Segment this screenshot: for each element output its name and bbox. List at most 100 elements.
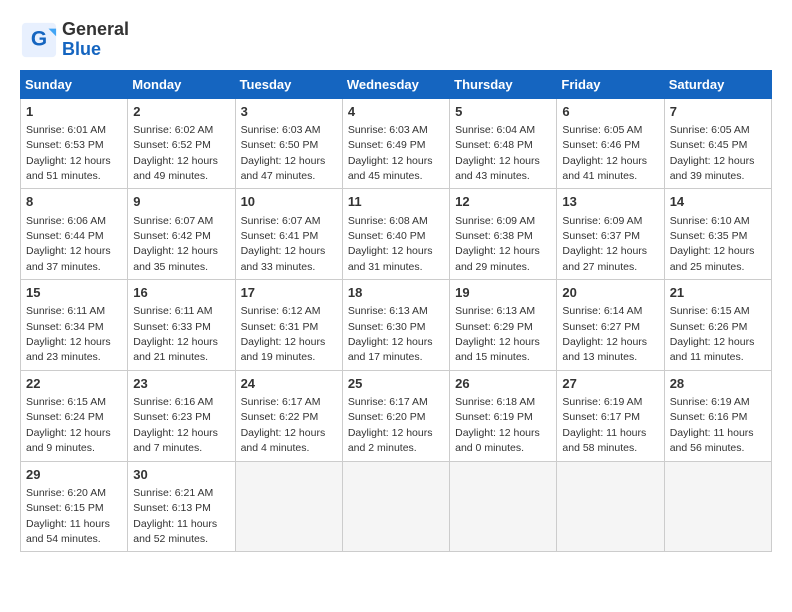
- calendar-day-cell: 7 Sunrise: 6:05 AMSunset: 6:45 PMDayligh…: [664, 98, 771, 189]
- day-info: Sunrise: 6:01 AMSunset: 6:53 PMDaylight:…: [26, 124, 111, 182]
- calendar-day-cell: 19 Sunrise: 6:13 AMSunset: 6:29 PMDaylig…: [450, 280, 557, 371]
- calendar-day-cell: 5 Sunrise: 6:04 AMSunset: 6:48 PMDayligh…: [450, 98, 557, 189]
- calendar-header-row: SundayMondayTuesdayWednesdayThursdayFrid…: [21, 70, 772, 98]
- calendar-day-cell: 11 Sunrise: 6:08 AMSunset: 6:40 PMDaylig…: [342, 189, 449, 280]
- day-info: Sunrise: 6:06 AMSunset: 6:44 PMDaylight:…: [26, 215, 111, 273]
- calendar-day-cell: 10 Sunrise: 6:07 AMSunset: 6:41 PMDaylig…: [235, 189, 342, 280]
- day-number: 5: [455, 103, 551, 121]
- day-info: Sunrise: 6:09 AMSunset: 6:38 PMDaylight:…: [455, 215, 540, 273]
- day-number: 23: [133, 375, 229, 393]
- day-info: Sunrise: 6:03 AMSunset: 6:50 PMDaylight:…: [241, 124, 326, 182]
- weekday-header-monday: Monday: [128, 70, 235, 98]
- logo-blue-text: Blue: [62, 39, 101, 59]
- day-number: 16: [133, 284, 229, 302]
- calendar-week-row: 15 Sunrise: 6:11 AMSunset: 6:34 PMDaylig…: [21, 280, 772, 371]
- calendar-day-cell: 15 Sunrise: 6:11 AMSunset: 6:34 PMDaylig…: [21, 280, 128, 371]
- day-info: Sunrise: 6:16 AMSunset: 6:23 PMDaylight:…: [133, 396, 218, 454]
- day-info: Sunrise: 6:12 AMSunset: 6:31 PMDaylight:…: [241, 305, 326, 363]
- calendar-day-cell: [450, 461, 557, 552]
- day-info: Sunrise: 6:19 AMSunset: 6:17 PMDaylight:…: [562, 396, 646, 454]
- calendar-day-cell: 26 Sunrise: 6:18 AMSunset: 6:19 PMDaylig…: [450, 370, 557, 461]
- day-number: 14: [670, 193, 766, 211]
- calendar-day-cell: 20 Sunrise: 6:14 AMSunset: 6:27 PMDaylig…: [557, 280, 664, 371]
- weekday-header-thursday: Thursday: [450, 70, 557, 98]
- weekday-header-saturday: Saturday: [664, 70, 771, 98]
- day-info: Sunrise: 6:19 AMSunset: 6:16 PMDaylight:…: [670, 396, 754, 454]
- calendar-day-cell: [557, 461, 664, 552]
- calendar-day-cell: 21 Sunrise: 6:15 AMSunset: 6:26 PMDaylig…: [664, 280, 771, 371]
- day-number: 22: [26, 375, 122, 393]
- day-number: 26: [455, 375, 551, 393]
- calendar-day-cell: 28 Sunrise: 6:19 AMSunset: 6:16 PMDaylig…: [664, 370, 771, 461]
- calendar-day-cell: 27 Sunrise: 6:19 AMSunset: 6:17 PMDaylig…: [557, 370, 664, 461]
- logo-icon: G: [20, 21, 58, 59]
- logo: G General Blue: [20, 20, 129, 60]
- weekday-header-friday: Friday: [557, 70, 664, 98]
- day-info: Sunrise: 6:18 AMSunset: 6:19 PMDaylight:…: [455, 396, 540, 454]
- day-number: 29: [26, 466, 122, 484]
- calendar-day-cell: 3 Sunrise: 6:03 AMSunset: 6:50 PMDayligh…: [235, 98, 342, 189]
- day-info: Sunrise: 6:04 AMSunset: 6:48 PMDaylight:…: [455, 124, 540, 182]
- day-number: 10: [241, 193, 337, 211]
- calendar-table: SundayMondayTuesdayWednesdayThursdayFrid…: [20, 70, 772, 553]
- calendar-week-row: 1 Sunrise: 6:01 AMSunset: 6:53 PMDayligh…: [21, 98, 772, 189]
- day-info: Sunrise: 6:20 AMSunset: 6:15 PMDaylight:…: [26, 487, 110, 545]
- day-number: 19: [455, 284, 551, 302]
- day-info: Sunrise: 6:11 AMSunset: 6:33 PMDaylight:…: [133, 305, 218, 363]
- calendar-day-cell: 9 Sunrise: 6:07 AMSunset: 6:42 PMDayligh…: [128, 189, 235, 280]
- day-number: 21: [670, 284, 766, 302]
- calendar-day-cell: 18 Sunrise: 6:13 AMSunset: 6:30 PMDaylig…: [342, 280, 449, 371]
- day-number: 25: [348, 375, 444, 393]
- day-number: 2: [133, 103, 229, 121]
- calendar-day-cell: [235, 461, 342, 552]
- weekday-header-tuesday: Tuesday: [235, 70, 342, 98]
- day-number: 1: [26, 103, 122, 121]
- day-info: Sunrise: 6:21 AMSunset: 6:13 PMDaylight:…: [133, 487, 217, 545]
- calendar-day-cell: 16 Sunrise: 6:11 AMSunset: 6:33 PMDaylig…: [128, 280, 235, 371]
- day-number: 8: [26, 193, 122, 211]
- calendar-day-cell: 12 Sunrise: 6:09 AMSunset: 6:38 PMDaylig…: [450, 189, 557, 280]
- svg-text:G: G: [31, 27, 47, 50]
- day-info: Sunrise: 6:13 AMSunset: 6:30 PMDaylight:…: [348, 305, 433, 363]
- day-number: 3: [241, 103, 337, 121]
- day-number: 9: [133, 193, 229, 211]
- day-number: 27: [562, 375, 658, 393]
- day-number: 28: [670, 375, 766, 393]
- day-number: 20: [562, 284, 658, 302]
- day-info: Sunrise: 6:07 AMSunset: 6:41 PMDaylight:…: [241, 215, 326, 273]
- day-info: Sunrise: 6:05 AMSunset: 6:45 PMDaylight:…: [670, 124, 755, 182]
- day-number: 17: [241, 284, 337, 302]
- day-number: 13: [562, 193, 658, 211]
- day-number: 4: [348, 103, 444, 121]
- day-info: Sunrise: 6:13 AMSunset: 6:29 PMDaylight:…: [455, 305, 540, 363]
- day-info: Sunrise: 6:11 AMSunset: 6:34 PMDaylight:…: [26, 305, 111, 363]
- day-number: 12: [455, 193, 551, 211]
- calendar-day-cell: [664, 461, 771, 552]
- calendar-day-cell: 22 Sunrise: 6:15 AMSunset: 6:24 PMDaylig…: [21, 370, 128, 461]
- day-info: Sunrise: 6:07 AMSunset: 6:42 PMDaylight:…: [133, 215, 218, 273]
- day-number: 15: [26, 284, 122, 302]
- logo-general-text: General: [62, 19, 129, 39]
- day-number: 11: [348, 193, 444, 211]
- day-info: Sunrise: 6:15 AMSunset: 6:26 PMDaylight:…: [670, 305, 755, 363]
- day-number: 6: [562, 103, 658, 121]
- page-header: G General Blue: [20, 20, 772, 60]
- calendar-day-cell: 29 Sunrise: 6:20 AMSunset: 6:15 PMDaylig…: [21, 461, 128, 552]
- calendar-day-cell: 23 Sunrise: 6:16 AMSunset: 6:23 PMDaylig…: [128, 370, 235, 461]
- calendar-day-cell: 30 Sunrise: 6:21 AMSunset: 6:13 PMDaylig…: [128, 461, 235, 552]
- calendar-day-cell: 4 Sunrise: 6:03 AMSunset: 6:49 PMDayligh…: [342, 98, 449, 189]
- day-info: Sunrise: 6:09 AMSunset: 6:37 PMDaylight:…: [562, 215, 647, 273]
- day-info: Sunrise: 6:15 AMSunset: 6:24 PMDaylight:…: [26, 396, 111, 454]
- day-number: 18: [348, 284, 444, 302]
- day-info: Sunrise: 6:05 AMSunset: 6:46 PMDaylight:…: [562, 124, 647, 182]
- day-number: 24: [241, 375, 337, 393]
- calendar-day-cell: 13 Sunrise: 6:09 AMSunset: 6:37 PMDaylig…: [557, 189, 664, 280]
- calendar-day-cell: 25 Sunrise: 6:17 AMSunset: 6:20 PMDaylig…: [342, 370, 449, 461]
- calendar-day-cell: 14 Sunrise: 6:10 AMSunset: 6:35 PMDaylig…: [664, 189, 771, 280]
- day-info: Sunrise: 6:10 AMSunset: 6:35 PMDaylight:…: [670, 215, 755, 273]
- calendar-day-cell: 17 Sunrise: 6:12 AMSunset: 6:31 PMDaylig…: [235, 280, 342, 371]
- calendar-week-row: 29 Sunrise: 6:20 AMSunset: 6:15 PMDaylig…: [21, 461, 772, 552]
- calendar-day-cell: 2 Sunrise: 6:02 AMSunset: 6:52 PMDayligh…: [128, 98, 235, 189]
- day-info: Sunrise: 6:17 AMSunset: 6:22 PMDaylight:…: [241, 396, 326, 454]
- calendar-day-cell: 1 Sunrise: 6:01 AMSunset: 6:53 PMDayligh…: [21, 98, 128, 189]
